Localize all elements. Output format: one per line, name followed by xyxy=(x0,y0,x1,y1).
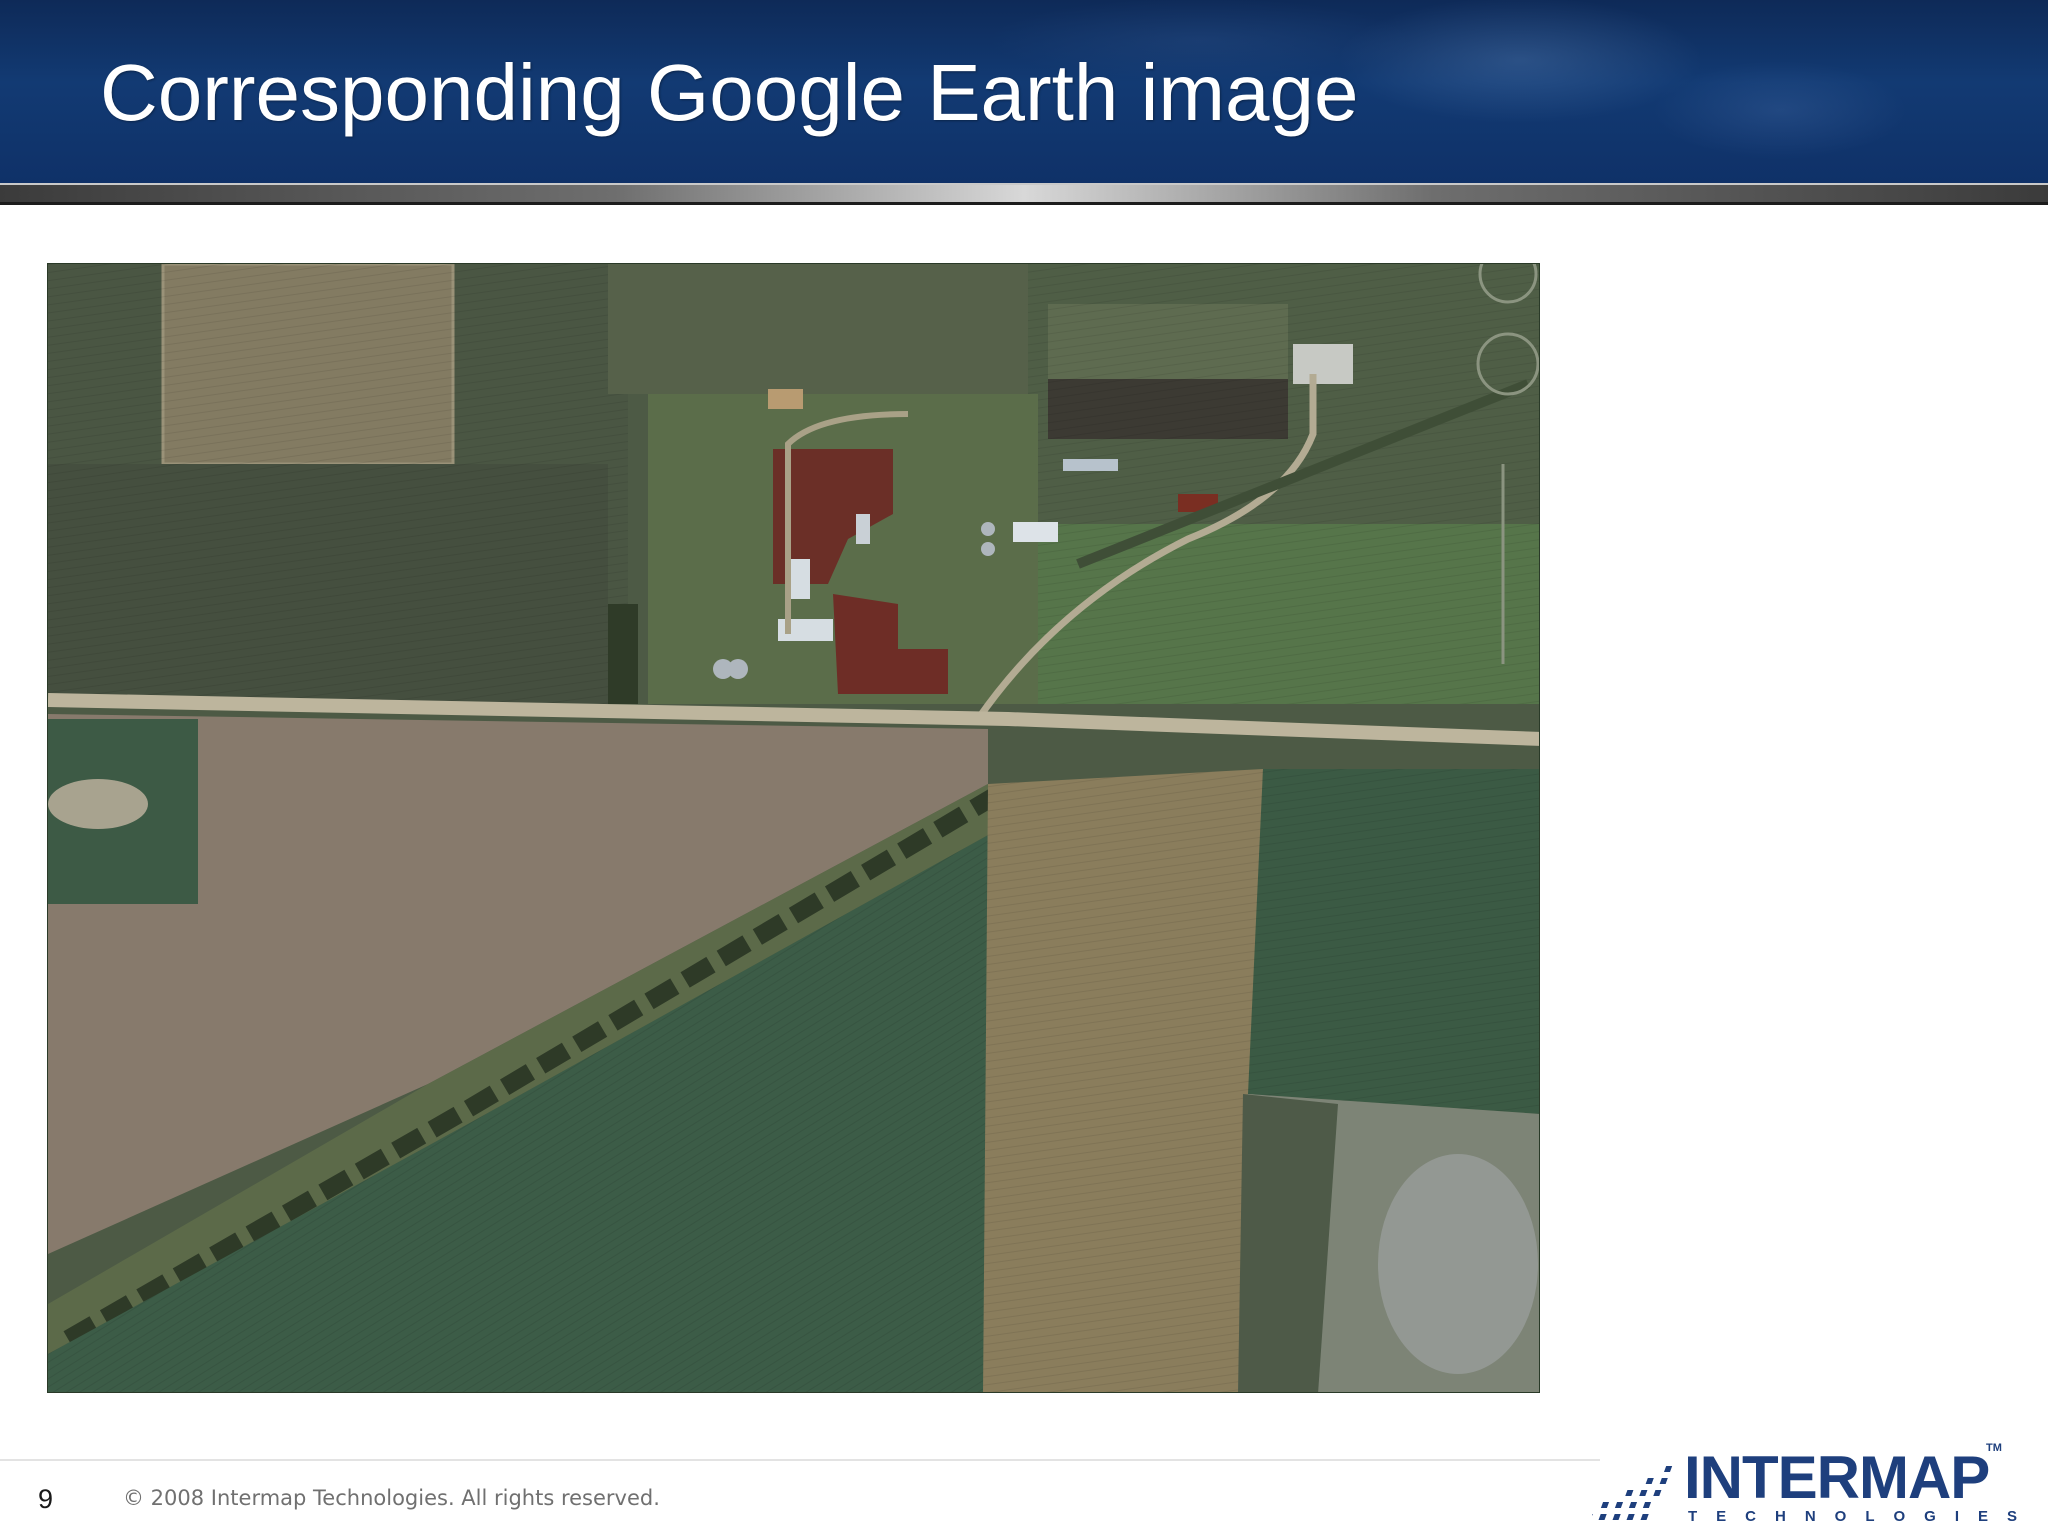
copyright-notice: © 2008 Intermap Technologies. All rights… xyxy=(123,1486,660,1510)
google-earth-image xyxy=(47,263,1540,1393)
footer-divider xyxy=(0,1459,1600,1461)
logo-trademark: TM xyxy=(1986,1442,2002,1454)
intermap-logo: INTERMAP TM TECHNOLOGIES xyxy=(1592,1442,2017,1532)
logo-wordmark: INTERMAP xyxy=(1684,1444,1990,1511)
slide-title: Corresponding Google Earth image xyxy=(100,48,1359,137)
page-number: 9 xyxy=(38,1484,54,1514)
logo-mark-icon xyxy=(1592,1466,1673,1520)
logo-subtitle: TECHNOLOGIES xyxy=(1688,1508,2037,1525)
slide-header: Corresponding Google Earth image xyxy=(0,0,2048,183)
header-divider-bar xyxy=(0,183,2048,205)
